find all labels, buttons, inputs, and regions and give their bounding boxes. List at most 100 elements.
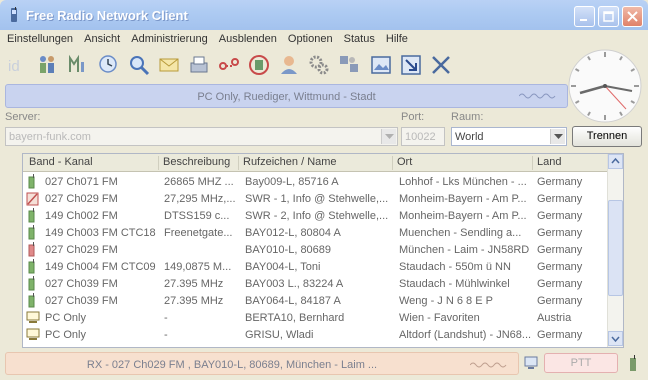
analog-clock bbox=[568, 49, 642, 123]
search-button[interactable] bbox=[125, 51, 153, 79]
menu-status[interactable]: Status bbox=[340, 30, 379, 45]
maximize-button[interactable] bbox=[598, 6, 619, 27]
column-header-callsign[interactable]: Rufzeichen / Name bbox=[239, 156, 393, 170]
cell-call: SWR - 2, Info @ Stehwelle,... bbox=[245, 210, 389, 222]
cell-call: Bay009-L, 85716 A bbox=[245, 176, 339, 188]
cell-desc: 149,0875 M... bbox=[164, 261, 232, 273]
cell-call: BAY003 L., 83224 A bbox=[245, 278, 344, 290]
table-row[interactable]: PC Only - GRISU, Wladi Altdorf (Landshut) -… bbox=[23, 326, 609, 343]
signal-button[interactable] bbox=[63, 51, 91, 79]
network-button[interactable] bbox=[335, 51, 363, 79]
mail-button[interactable] bbox=[155, 51, 183, 79]
chevron-up-icon bbox=[611, 157, 620, 164]
image-button[interactable] bbox=[367, 51, 395, 79]
port-input[interactable]: 10022 bbox=[401, 127, 445, 146]
server-input[interactable]: bayern-funk.com bbox=[5, 127, 398, 146]
table-row[interactable]: 027 Ch029 FM 27,295 MHz,... SWR - 1, Info … bbox=[23, 190, 609, 207]
cell-ort: Staudach - Mühlwinkel bbox=[399, 278, 510, 290]
signal-wave-icon bbox=[470, 362, 507, 368]
rx-text: RX - 027 Ch029 FM , BAY010-L, 80689, Mün… bbox=[86, 359, 378, 371]
link-button[interactable] bbox=[215, 51, 243, 79]
cell-land: Germany bbox=[537, 193, 583, 205]
column-header-country[interactable]: Land bbox=[533, 156, 609, 170]
cell-call: SWR - 1, Info @ Stehwelle,... bbox=[245, 193, 389, 205]
exit-button[interactable] bbox=[427, 51, 455, 79]
phone-button[interactable] bbox=[245, 51, 273, 79]
ptt-button[interactable]: PTT bbox=[544, 353, 618, 373]
room-select[interactable]: World bbox=[451, 127, 567, 146]
menu-optionen[interactable]: Optionen bbox=[284, 30, 337, 45]
column-header-band[interactable]: Band - Kanal bbox=[25, 156, 159, 170]
port-label: Port: bbox=[401, 111, 425, 123]
cell-land: Austria bbox=[537, 312, 572, 324]
cell-desc: 27,295 MHz,... bbox=[164, 193, 236, 205]
scroll-thumb[interactable] bbox=[608, 200, 623, 296]
cell-land: Germany bbox=[537, 227, 583, 239]
close-button[interactable] bbox=[622, 6, 643, 27]
server-value: bayern-funk.com bbox=[9, 131, 91, 143]
current-station-display: PC Only, Ruediger, Wittmund - Stadt bbox=[5, 84, 568, 108]
cell-desc: 27.395 MHz bbox=[164, 295, 224, 307]
cell-call: BERTA10, Bernhard bbox=[245, 312, 345, 324]
cell-land: Germany bbox=[537, 295, 583, 307]
id-button[interactable]: id bbox=[3, 51, 31, 79]
toolbar: id bbox=[3, 51, 563, 81]
station-list: Band - Kanal Beschreibung Rufzeichen / N… bbox=[22, 153, 624, 348]
radio-icon bbox=[630, 355, 636, 371]
antenna-icon bbox=[69, 54, 84, 72]
clock-icon bbox=[99, 55, 117, 73]
cell-ort: Altdorf (Landshut) - JN68... bbox=[399, 329, 531, 341]
menu-bar: Einstellungen Ansicht Administrierung Au… bbox=[3, 30, 563, 50]
scroll-down-button[interactable] bbox=[608, 331, 623, 346]
disconnect-button[interactable]: Trennen bbox=[572, 126, 642, 147]
minimize-to-tray-button[interactable] bbox=[397, 51, 425, 79]
table-row[interactable]: 149 Ch002 FM DTSS159 c... SWR - 2, Info @ … bbox=[23, 207, 609, 224]
svg-text:id: id bbox=[8, 58, 20, 75]
clock-search-button[interactable] bbox=[95, 51, 123, 79]
chevron-down-icon bbox=[611, 336, 620, 343]
search-icon bbox=[130, 56, 150, 76]
cell-ort: Wien - Favoriten bbox=[399, 312, 480, 324]
menu-ansicht[interactable]: Ansicht bbox=[80, 30, 124, 45]
cell-desc: 26865 MHZ ... bbox=[164, 176, 234, 188]
vertical-scrollbar[interactable] bbox=[607, 154, 623, 347]
user-icon bbox=[281, 56, 297, 74]
app-icon bbox=[11, 7, 17, 22]
user-button[interactable] bbox=[275, 51, 303, 79]
cell-call: GRISU, Wladi bbox=[245, 329, 314, 341]
table-row[interactable]: 027 Ch039 FM 27.395 MHz BAY003 L., 83224 A… bbox=[23, 275, 609, 292]
table-row[interactable]: 027 Ch029 FM BAY010-L, 80689 München - Lai… bbox=[23, 241, 609, 258]
menu-einstellungen[interactable]: Einstellungen bbox=[3, 30, 77, 45]
arrow-down-right-icon bbox=[401, 55, 421, 75]
monitor-icon bbox=[524, 356, 538, 369]
users-button[interactable] bbox=[33, 51, 61, 79]
menu-administrierung[interactable]: Administrierung bbox=[127, 30, 211, 45]
table-row[interactable]: 027 Ch039 FM 27.395 MHz BAY064-L, 84187 A W… bbox=[23, 292, 609, 309]
pc-icon bbox=[26, 327, 40, 345]
maximize-icon bbox=[603, 11, 614, 22]
column-header-location[interactable]: Ort bbox=[393, 156, 533, 170]
minimize-button[interactable] bbox=[574, 6, 595, 27]
table-row[interactable]: 149 Ch003 FM CTC18 Freenetgate... BAY012-L… bbox=[23, 224, 609, 241]
server-dropdown-button[interactable] bbox=[381, 129, 396, 144]
close-icon bbox=[627, 11, 638, 22]
chevron-down-icon bbox=[554, 134, 563, 139]
column-header-description[interactable]: Beschreibung bbox=[159, 156, 239, 170]
gear-icon bbox=[309, 55, 329, 75]
scroll-up-button[interactable] bbox=[608, 154, 623, 169]
menu-hilfe[interactable]: Hilfe bbox=[382, 30, 412, 45]
table-row[interactable]: 027 Ch071 FM 26865 MHZ ... Bay009-L, 85716… bbox=[23, 173, 609, 190]
fax-button[interactable] bbox=[185, 51, 213, 79]
menu-ausblenden[interactable]: Ausblenden bbox=[215, 30, 281, 45]
users-icon bbox=[40, 56, 54, 73]
cell-land: Germany bbox=[537, 329, 583, 341]
table-row[interactable]: 149 Ch004 FM CTC09 149,0875 M... BAY004-L,… bbox=[23, 258, 609, 275]
cell-desc: - bbox=[164, 329, 168, 341]
settings-button[interactable] bbox=[305, 51, 333, 79]
cell-ort: Weng - J N 6 8 E P bbox=[399, 295, 493, 307]
phone-icon bbox=[249, 55, 269, 75]
cell-land: Germany bbox=[537, 261, 583, 273]
cell-band: 149 Ch002 FM bbox=[45, 210, 118, 222]
room-dropdown-button[interactable] bbox=[550, 129, 565, 144]
table-row[interactable]: PC Only - BERTA10, Bernhard Wien - Favorite… bbox=[23, 309, 609, 326]
